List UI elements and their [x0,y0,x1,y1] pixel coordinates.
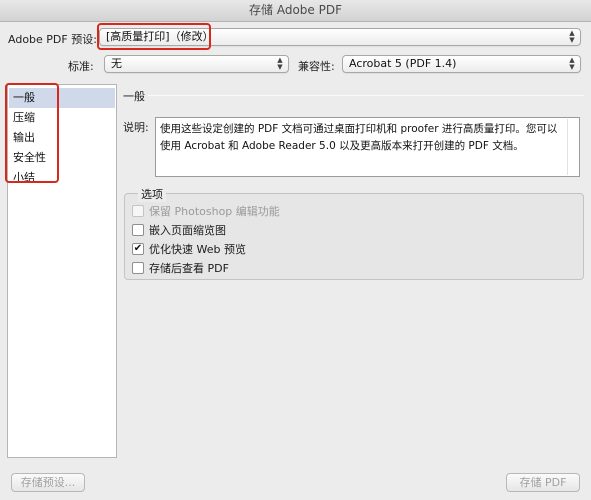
compatibility-label: 兼容性: [298,60,335,73]
stepper-arrows-icon: ▲ ▼ [569,29,575,44]
description-content: 使用这些设定创建的 PDF 文档可通过桌面打印机和 proofer 进行高质量打… [160,123,558,152]
standard-label: 标准: [68,60,94,73]
description-text: 使用这些设定创建的 PDF 文档可通过桌面打印机和 proofer 进行高质量打… [155,117,580,177]
sidebar-highlight-box [5,83,59,183]
standard-value: 无 [111,57,122,70]
compatibility-select[interactable]: Acrobat 5 (PDF 1.4) ▲ ▼ [342,55,581,73]
description-label: 说明: [123,121,149,134]
standard-select[interactable]: 无 ▲ ▼ [104,55,289,73]
preserve-photoshop-checkbox [132,205,144,217]
optimize-web-checkbox[interactable]: ✔ [132,243,144,255]
stepper-arrows-icon: ▲ ▼ [277,56,283,71]
view-after-save-checkbox[interactable] [132,262,144,274]
view-after-save-label[interactable]: 存储后查看 PDF [149,261,229,276]
section-divider [148,95,584,96]
description-scrollbar[interactable] [567,119,578,175]
preserve-photoshop-label: 保留 Photoshop 编辑功能 [149,205,280,218]
stepper-arrows-icon: ▲ ▼ [569,56,575,71]
save-pdf-button[interactable]: 存储 PDF [506,473,580,492]
embed-thumbnails-checkbox[interactable] [132,224,144,236]
preset-highlight-box [97,23,211,50]
general-section-title: 一般 [123,90,145,103]
save-pdf-dialog: Adobe PDF 预设: [高质量打印]（修改） ▲ ▼ 标准: 无 ▲ ▼ 兼容… [0,22,591,500]
compatibility-value: Acrobat 5 (PDF 1.4) [349,57,457,70]
embed-thumbnails-label[interactable]: 嵌入页面缩览图 [149,223,226,238]
save-preset-button[interactable]: 存储预设... [11,473,85,492]
optimize-web-label[interactable]: 优化快速 Web 预览 [149,242,246,257]
options-title: 选项 [138,186,166,202]
preset-label: Adobe PDF 预设: [8,33,97,46]
checkmark-icon: ✔ [133,243,143,254]
window-title: 存储 Adobe PDF [0,0,591,22]
